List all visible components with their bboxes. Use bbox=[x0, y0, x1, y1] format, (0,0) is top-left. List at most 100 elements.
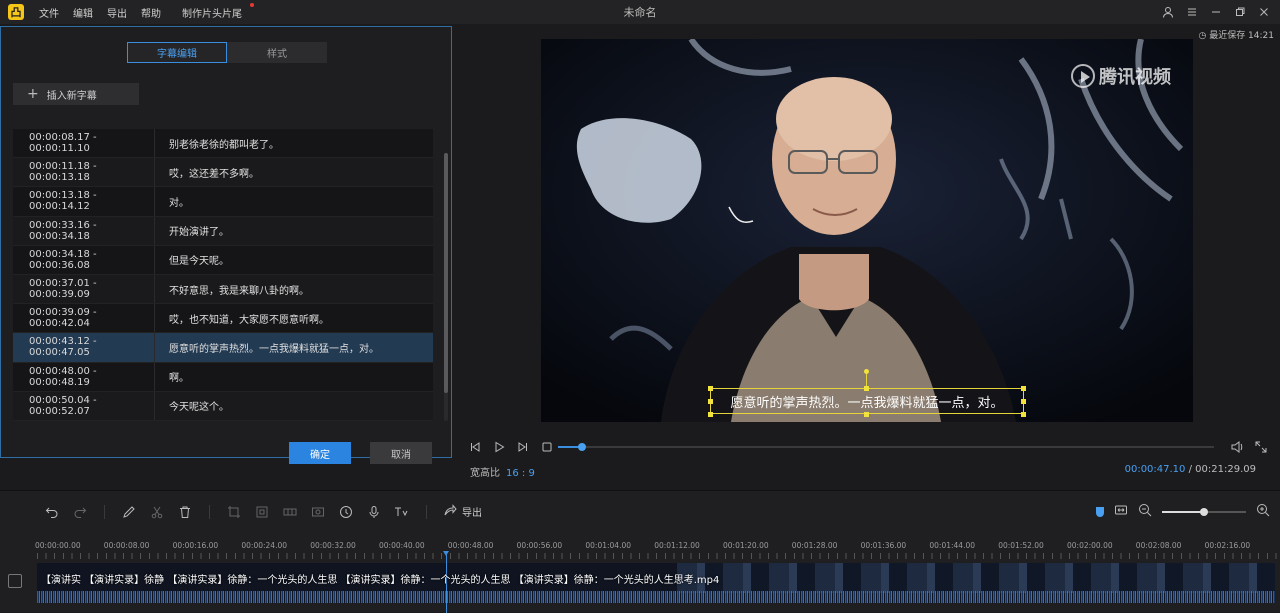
trash-icon[interactable] bbox=[177, 504, 193, 520]
ruler-label: 00:00:00.00 bbox=[35, 541, 81, 550]
menu-edit[interactable]: 编辑 bbox=[73, 5, 93, 20]
zoom-out-icon[interactable] bbox=[1138, 503, 1152, 520]
progress-knob[interactable] bbox=[578, 443, 587, 451]
zoom-in-icon[interactable] bbox=[1256, 503, 1270, 520]
ruler-label: 00:01:28.00 bbox=[791, 541, 838, 550]
zoom-slider[interactable] bbox=[1162, 507, 1246, 516]
zoom-knob[interactable] bbox=[1200, 507, 1208, 516]
subtitle-row[interactable]: 00:00:13.18 - 00:00:14.12 对。 bbox=[13, 187, 433, 217]
subtitle-text[interactable]: 别老徐老徐的都叫老了。 bbox=[155, 136, 279, 151]
toolbar-divider bbox=[426, 504, 427, 519]
subtitle-time[interactable]: 00:00:34.18 - 00:00:36.08 bbox=[13, 245, 155, 274]
subtitle-time[interactable]: 00:00:11.18 - 00:00:13.18 bbox=[13, 158, 155, 187]
previous-frame-icon[interactable] bbox=[468, 440, 482, 454]
scrollbar-thumb[interactable] bbox=[444, 153, 448, 393]
resize-handle-tc[interactable] bbox=[864, 386, 869, 391]
maximize-icon[interactable] bbox=[1232, 4, 1248, 20]
subtitle-time[interactable]: 00:00:48.00 - 00:00:48.19 bbox=[13, 362, 155, 391]
clock-icon[interactable] bbox=[338, 504, 354, 520]
frame-icon[interactable] bbox=[254, 504, 270, 520]
resize-handle-ml[interactable] bbox=[708, 399, 713, 404]
subtitle-time[interactable]: 00:00:37.01 - 00:00:39.09 bbox=[13, 274, 155, 304]
subtitle-row[interactable]: 00:00:08.17 - 00:00:11.10 别老徐老徐的都叫老了。 bbox=[13, 129, 433, 159]
subtitle-text[interactable]: 哎，也不知道，大家愿不愿意听啊。 bbox=[155, 311, 329, 326]
preview-panel: ◷ 最近保存 14:21 腾讯视频 愿意听的掌声热烈。一点我爆料就猛一点，对。 … bbox=[454, 26, 1280, 484]
play-icon[interactable] bbox=[492, 440, 506, 454]
zoom-fill bbox=[1162, 510, 1204, 513]
subtitle-row[interactable]: 00:00:34.18 - 00:00:36.08 但是今天呢。 bbox=[13, 245, 433, 275]
next-frame-icon[interactable] bbox=[516, 440, 530, 454]
resize-handle-br[interactable] bbox=[1021, 412, 1026, 417]
scissors-icon[interactable] bbox=[149, 504, 165, 520]
fullscreen-icon[interactable] bbox=[1254, 440, 1268, 457]
subtitle-text[interactable]: 啊。 bbox=[155, 369, 189, 384]
ruler-label: 00:00:32.00 bbox=[310, 541, 356, 550]
microphone-icon[interactable] bbox=[366, 504, 382, 520]
text-to-speech-icon[interactable] bbox=[394, 504, 410, 520]
volume-icon[interactable] bbox=[1230, 440, 1244, 457]
minimize-icon[interactable] bbox=[1208, 4, 1224, 20]
redo-icon[interactable] bbox=[72, 504, 88, 520]
menu-help[interactable]: 帮助 bbox=[141, 5, 161, 20]
time-separator: / bbox=[1188, 464, 1192, 475]
menu-export[interactable]: 导出 bbox=[107, 5, 127, 20]
aspect-ratio-value[interactable]: 16 : 9 bbox=[506, 468, 535, 479]
watermark: 腾讯视频 bbox=[1071, 63, 1171, 89]
subtitle-text[interactable]: 哎，这还差不多啊。 bbox=[155, 165, 259, 180]
subtitle-row[interactable]: 00:00:50.04 - 00:00:52.07 今天呢这个。 bbox=[13, 391, 433, 421]
zoom-controls bbox=[1096, 503, 1270, 520]
resize-handle-bc[interactable] bbox=[864, 412, 869, 417]
subtitle-time[interactable]: 00:00:39.09 - 00:00:42.04 bbox=[13, 304, 155, 333]
subtitle-overlay[interactable]: 愿意听的掌声热烈。一点我爆料就猛一点，对。 bbox=[710, 388, 1024, 414]
resize-handle-bl[interactable] bbox=[708, 412, 713, 417]
subtitle-time[interactable]: 00:00:50.04 - 00:00:52.07 bbox=[13, 391, 155, 420]
marker-icon[interactable] bbox=[1096, 506, 1104, 517]
subtitle-row[interactable]: 00:00:43.12 - 00:00:47.05 愿意听的掌声热烈。一点我爆料就… bbox=[13, 333, 433, 363]
export-label: 导出 bbox=[462, 508, 482, 519]
pen-icon[interactable] bbox=[121, 504, 137, 520]
menu-intro-outro[interactable]: 制作片头片尾 bbox=[175, 2, 254, 20]
mosaic-icon[interactable] bbox=[282, 504, 298, 520]
subtitle-time[interactable]: 00:00:33.16 - 00:00:34.18 bbox=[13, 216, 155, 245]
crop-icon[interactable] bbox=[226, 504, 242, 520]
menu-icon[interactable] bbox=[1184, 4, 1200, 20]
undo-icon[interactable] bbox=[44, 504, 60, 520]
subtitle-row[interactable]: 00:00:11.18 - 00:00:13.18 哎，这还差不多啊。 bbox=[13, 158, 433, 188]
subtitle-row[interactable]: 00:00:48.00 - 00:00:48.19 啊。 bbox=[13, 362, 433, 392]
subtitle-time[interactable]: 00:00:43.12 - 00:00:47.05 bbox=[13, 333, 155, 362]
subtitle-text[interactable]: 今天呢这个。 bbox=[155, 398, 229, 413]
ruler-label: 00:01:44.00 bbox=[929, 541, 976, 550]
subtitle-text[interactable]: 愿意听的掌声热烈。一点我爆料就猛一点，对。 bbox=[155, 340, 379, 355]
subtitle-list-scrollbar[interactable] bbox=[444, 153, 448, 421]
video-preview[interactable]: 腾讯视频 愿意听的掌声热烈。一点我爆料就猛一点，对。 bbox=[541, 39, 1193, 422]
close-icon[interactable] bbox=[1256, 4, 1272, 20]
subtitle-row[interactable]: 00:00:39.09 - 00:00:42.04 哎，也不知道，大家愿不愿意听啊… bbox=[13, 304, 433, 334]
stop-icon[interactable] bbox=[540, 440, 554, 454]
ruler-label: 00:02:08.00 bbox=[1135, 541, 1182, 550]
fit-timeline-icon[interactable] bbox=[1114, 503, 1128, 520]
menu-file[interactable]: 文件 bbox=[39, 5, 59, 20]
resize-handle-mr[interactable] bbox=[1021, 399, 1026, 404]
subtitle-text[interactable]: 开始演讲了。 bbox=[155, 223, 229, 238]
video-track-clip[interactable]: 【演讲实 【演讲实录】徐静 【演讲实录】徐静：一个光头的人生思 【演讲实录】徐静… bbox=[37, 563, 1275, 603]
tab-subtitle-edit[interactable]: 字幕编辑 bbox=[127, 42, 227, 63]
subtitle-text[interactable]: 但是今天呢。 bbox=[155, 252, 229, 267]
subtitle-row[interactable]: 00:00:37.01 - 00:00:39.09 不好意思，我是来聊八卦的啊。 bbox=[13, 274, 433, 305]
resize-handle-tl[interactable] bbox=[708, 386, 713, 391]
resize-handle-tr[interactable] bbox=[1021, 386, 1026, 391]
subtitle-rotate-handle[interactable] bbox=[864, 369, 869, 374]
playback-progress[interactable] bbox=[558, 443, 1214, 451]
image-icon[interactable] bbox=[310, 504, 326, 520]
insert-subtitle-button[interactable]: + 插入新字幕 bbox=[13, 83, 139, 105]
confirm-button[interactable]: 确定 bbox=[289, 442, 351, 464]
subtitle-text[interactable]: 对。 bbox=[155, 194, 189, 209]
tab-style[interactable]: 样式 bbox=[227, 42, 327, 63]
subtitle-time[interactable]: 00:00:13.18 - 00:00:14.12 bbox=[13, 187, 155, 216]
timeline-ruler[interactable]: 00:00:00.00 00:00:08.00 00:00:16.00 00:00:2… bbox=[35, 541, 1280, 559]
subtitle-row[interactable]: 00:00:33.16 - 00:00:34.18 开始演讲了。 bbox=[13, 216, 433, 246]
subtitle-time[interactable]: 00:00:08.17 - 00:00:11.10 bbox=[13, 129, 155, 158]
user-icon[interactable] bbox=[1160, 4, 1176, 20]
cancel-button[interactable]: 取消 bbox=[370, 442, 432, 464]
export-button[interactable]: 导出 bbox=[443, 503, 482, 520]
subtitle-text[interactable]: 不好意思，我是来聊八卦的啊。 bbox=[155, 282, 309, 297]
